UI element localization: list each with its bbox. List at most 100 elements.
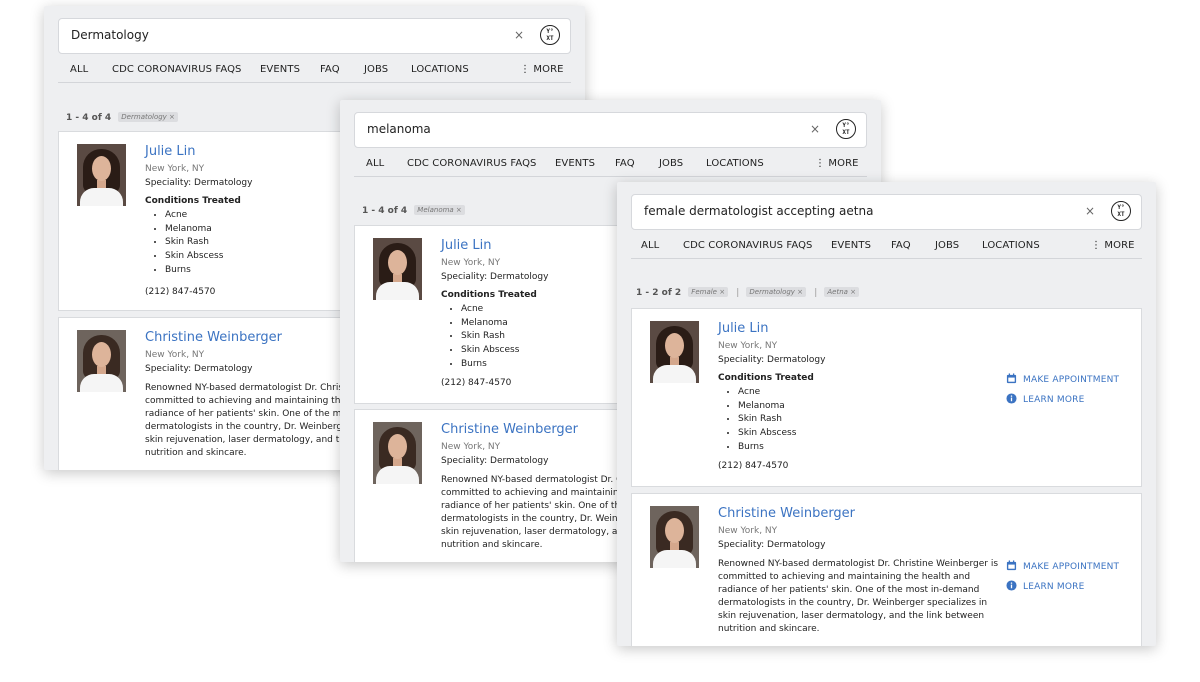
tab-all[interactable]: ALL <box>70 64 88 75</box>
doctor-speciality: Speciality: Dermatology <box>718 355 826 365</box>
search-bar[interactable]: melanoma × Y° XT <box>354 112 867 148</box>
vertical-tabs: ALL CDC CORONAVIRUS FAQS EVENTS FAQ JOBS… <box>354 156 867 177</box>
search-input[interactable]: melanoma <box>367 122 431 136</box>
doctor-speciality: Speciality: Dermatology <box>145 364 253 374</box>
filter-separator: | <box>814 288 818 298</box>
doctor-name-link[interactable]: Christine Weinberger <box>718 506 855 521</box>
tab-more[interactable]: ⋮ MORE <box>520 64 564 75</box>
doctor-location: New York, NY <box>145 350 205 360</box>
condition-item: Burns <box>165 264 223 278</box>
make-appointment-button[interactable]: MAKE APPOINTMENT <box>1006 373 1119 385</box>
clear-search-icon[interactable]: × <box>514 28 524 42</box>
vertical-tabs: ALL CDC CORONAVIRUS FAQS EVENTS FAQ JOBS… <box>58 62 571 83</box>
doctor-location: New York, NY <box>441 258 501 268</box>
doctor-name-link[interactable]: Christine Weinberger <box>145 330 282 345</box>
result-card-julie-lin[interactable]: Julie Lin New York, NY Speciality: Derma… <box>631 308 1142 487</box>
doctor-name-link[interactable]: Julie Lin <box>718 321 769 336</box>
doctor-name-link[interactable]: Christine Weinberger <box>441 422 578 437</box>
clear-search-icon[interactable]: × <box>810 122 820 136</box>
result-count-text: 1 - 2 of 2 <box>636 288 682 298</box>
tab-events[interactable]: EVENTS <box>260 64 300 75</box>
clear-search-icon[interactable]: × <box>1085 204 1095 218</box>
condition-item: Acne <box>461 303 519 317</box>
doctor-speciality: Speciality: Dermatology <box>441 456 549 466</box>
search-input[interactable]: Dermatology <box>71 28 149 42</box>
search-window-female-dermatologist: female dermatologist accepting aetna × Y… <box>617 182 1156 646</box>
search-input[interactable]: female dermatologist accepting aetna <box>644 204 873 218</box>
doctor-phone[interactable]: (212) 847-4570 <box>441 378 511 388</box>
tab-faq[interactable]: FAQ <box>320 64 340 75</box>
doctor-name-link[interactable]: Julie Lin <box>145 144 196 159</box>
condition-item: Skin Rash <box>165 236 223 250</box>
filter-chip-female[interactable]: Female × <box>688 287 729 297</box>
learn-more-label: LEARN MORE <box>1023 582 1085 592</box>
yext-logo-icon[interactable]: Y° XT <box>1111 201 1131 221</box>
tab-cdc-coronavirus-faqs[interactable]: CDC CORONAVIRUS FAQS <box>683 240 813 251</box>
condition-item: Melanoma <box>165 223 223 237</box>
filter-chip-melanoma[interactable]: Melanoma × <box>414 205 465 215</box>
info-icon <box>1006 580 1017 591</box>
info-icon <box>1006 393 1017 404</box>
learn-more-button[interactable]: LEARN MORE <box>1006 580 1085 592</box>
filter-chip-dermatology[interactable]: Dermatology × <box>746 287 807 297</box>
tab-jobs[interactable]: JOBS <box>935 240 959 251</box>
condition-item: Burns <box>738 441 796 455</box>
make-appointment-label: MAKE APPOINTMENT <box>1023 562 1120 572</box>
doctor-location: New York, NY <box>718 526 778 536</box>
result-count: 1 - 2 of 2 Female × | Dermatology × | Ae… <box>636 287 860 298</box>
condition-item: Skin Rash <box>738 413 796 427</box>
make-appointment-label: MAKE APPOINTMENT <box>1023 375 1120 385</box>
calendar-icon <box>1006 373 1017 384</box>
doctor-photo <box>373 238 422 300</box>
doctor-speciality: Speciality: Dermatology <box>441 272 549 282</box>
search-bar[interactable]: female dermatologist accepting aetna × Y… <box>631 194 1142 230</box>
doctor-phone[interactable]: (212) 847-4570 <box>145 287 215 297</box>
conditions-list: Acne Melanoma Skin Rash Skin Abscess Bur… <box>718 386 796 455</box>
tab-cdc-coronavirus-faqs[interactable]: CDC CORONAVIRUS FAQS <box>407 158 537 169</box>
yext-logo-icon[interactable]: Y° XT <box>540 25 560 45</box>
tab-locations[interactable]: LOCATIONS <box>706 158 764 169</box>
doctor-location: New York, NY <box>441 442 501 452</box>
doctor-name-link[interactable]: Julie Lin <box>441 238 492 253</box>
tab-all[interactable]: ALL <box>366 158 384 169</box>
doctor-speciality: Speciality: Dermatology <box>145 178 253 188</box>
tab-events[interactable]: EVENTS <box>555 158 595 169</box>
tab-faq[interactable]: FAQ <box>891 240 911 251</box>
vertical-tabs: ALL CDC CORONAVIRUS FAQS EVENTS FAQ JOBS… <box>631 238 1142 259</box>
doctor-photo <box>77 144 126 206</box>
result-count-text: 1 - 4 of 4 <box>66 113 112 123</box>
doctor-location: New York, NY <box>145 164 205 174</box>
condition-item: Skin Abscess <box>461 344 519 358</box>
learn-more-button[interactable]: LEARN MORE <box>1006 393 1085 405</box>
doctor-photo <box>77 330 126 392</box>
tab-faq[interactable]: FAQ <box>615 158 635 169</box>
conditions-title: Conditions Treated <box>441 290 537 300</box>
tab-locations[interactable]: LOCATIONS <box>411 64 469 75</box>
tab-all[interactable]: ALL <box>641 240 659 251</box>
doctor-photo <box>650 321 699 383</box>
tab-locations[interactable]: LOCATIONS <box>982 240 1040 251</box>
tab-more[interactable]: ⋮ MORE <box>1091 240 1135 251</box>
tab-jobs[interactable]: JOBS <box>364 64 388 75</box>
result-count: 1 - 4 of 4 Melanoma × <box>362 205 465 216</box>
condition-item: Burns <box>461 358 519 372</box>
search-bar[interactable]: Dermatology × Y° XT <box>58 18 571 54</box>
doctor-photo <box>650 506 699 568</box>
doctor-location: New York, NY <box>718 341 778 351</box>
filter-chip-dermatology[interactable]: Dermatology × <box>118 112 178 122</box>
yext-logo-icon[interactable]: Y° XT <box>836 119 856 139</box>
result-count: 1 - 4 of 4 Dermatology × <box>66 112 178 123</box>
conditions-list: Acne Melanoma Skin Rash Skin Abscess Bur… <box>441 303 519 372</box>
doctor-phone[interactable]: (212) 847-4570 <box>718 461 788 471</box>
tab-jobs[interactable]: JOBS <box>659 158 683 169</box>
tab-more[interactable]: ⋮ MORE <box>815 158 859 169</box>
condition-item: Skin Abscess <box>738 427 796 441</box>
filter-chip-aetna[interactable]: Aetna × <box>824 287 860 297</box>
condition-item: Melanoma <box>461 317 519 331</box>
make-appointment-button[interactable]: MAKE APPOINTMENT <box>1006 560 1119 572</box>
result-card-christine-weinberger[interactable]: Christine Weinberger New York, NY Specia… <box>631 493 1142 646</box>
condition-item: Skin Abscess <box>165 250 223 264</box>
tab-events[interactable]: EVENTS <box>831 240 871 251</box>
tab-cdc-coronavirus-faqs[interactable]: CDC CORONAVIRUS FAQS <box>112 64 242 75</box>
doctor-photo <box>373 422 422 484</box>
